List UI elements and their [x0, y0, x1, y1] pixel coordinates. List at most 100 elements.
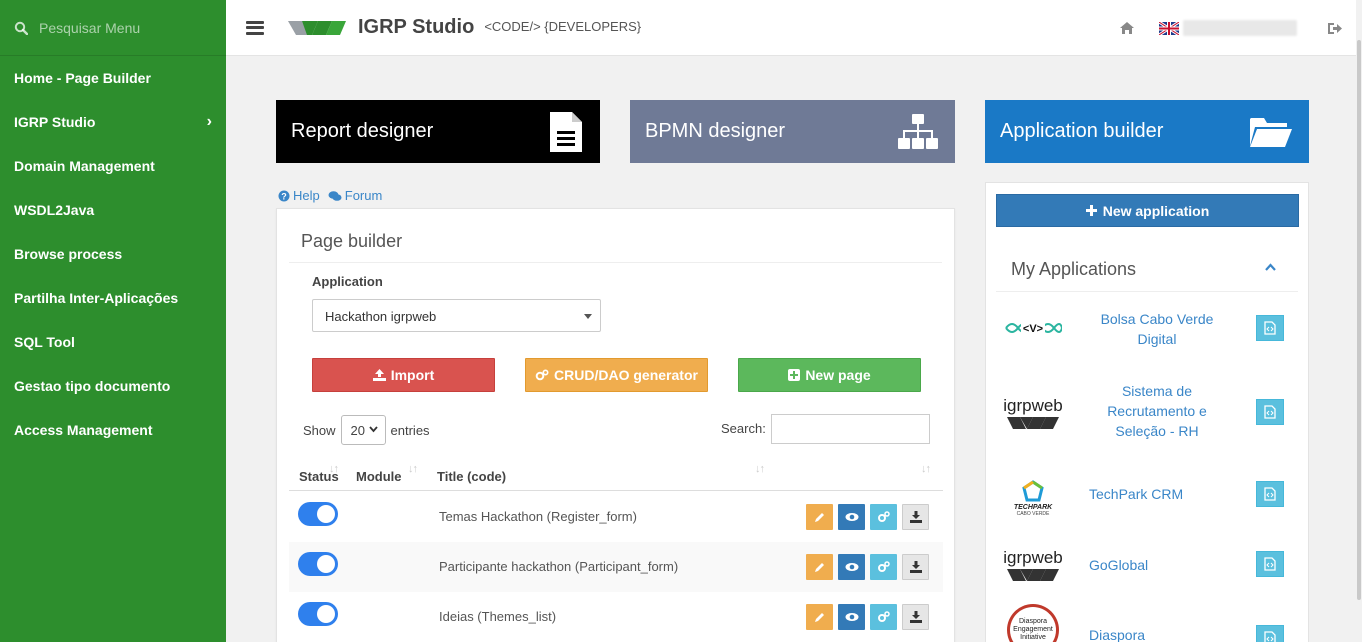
- sort-icon[interactable]: ↓↑: [921, 463, 931, 475]
- open-app-button[interactable]: [1256, 551, 1284, 577]
- download-button[interactable]: [902, 554, 929, 580]
- new-application-button[interactable]: New application: [996, 194, 1299, 227]
- open-app-button[interactable]: [1256, 399, 1284, 425]
- diaspora-logo[interactable]: Diaspora Engagement Initiative: [1002, 604, 1064, 642]
- open-app-button[interactable]: [1256, 625, 1284, 642]
- search-label: Search:: [721, 421, 766, 436]
- sidebar-item-label: IGRP Studio: [14, 114, 96, 130]
- generate-button[interactable]: [870, 604, 897, 630]
- status-toggle[interactable]: [298, 502, 338, 526]
- sidebar-item-label: Browse process: [14, 246, 123, 262]
- entries-select[interactable]: 20: [340, 415, 386, 445]
- forum-link-label: Forum: [344, 188, 383, 203]
- bpmn-designer-tile[interactable]: BPMN designer: [630, 100, 955, 163]
- column-title[interactable]: Title (code): [437, 469, 506, 484]
- import-button-label: Import: [390, 367, 435, 383]
- sidebar-item-sql-tool[interactable]: SQL Tool: [0, 320, 226, 364]
- file-code-icon: [1264, 557, 1276, 571]
- sidebar-item-browse-process[interactable]: Browse process: [0, 232, 226, 276]
- sidebar-item-wsdl2java[interactable]: WSDL2Java: [0, 188, 226, 232]
- open-app-button[interactable]: [1256, 481, 1284, 507]
- igrpweb-logo[interactable]: igrpweb: [1002, 393, 1064, 433]
- vcabo-logo[interactable]: <V>: [1002, 317, 1064, 339]
- table-header: Status ↓↑ Module ↓↑ Title (code) ↓↑ ↓↑: [289, 455, 943, 491]
- scrollbar-thumb[interactable]: [1357, 40, 1361, 600]
- pencil-icon: [814, 613, 824, 622]
- new-page-button[interactable]: New page: [738, 358, 921, 392]
- user-name-blurred[interactable]: [1183, 20, 1297, 36]
- sort-icon[interactable]: ↓↑: [329, 463, 339, 475]
- import-button[interactable]: Import: [312, 358, 495, 392]
- logo-text: igrpweb: [1003, 548, 1063, 567]
- help-link[interactable]: ? Help: [278, 188, 320, 203]
- row-title: Participante hackathon (Participant_form…: [439, 559, 679, 574]
- app-name-link[interactable]: TechPark CRM: [1089, 484, 1239, 504]
- view-button[interactable]: [838, 504, 865, 530]
- sort-icon[interactable]: ↓↑: [408, 463, 418, 475]
- sidebar-item-partilha[interactable]: Partilha Inter-Aplicações: [0, 276, 226, 320]
- divider: [289, 262, 942, 263]
- column-module[interactable]: Module: [356, 469, 402, 484]
- page-scrollbar[interactable]: [1356, 0, 1362, 642]
- view-button[interactable]: [838, 604, 865, 630]
- download-button[interactable]: [902, 504, 929, 530]
- file-code-icon: [1264, 487, 1276, 501]
- report-designer-tile[interactable]: Report designer: [276, 100, 600, 163]
- download-button[interactable]: [902, 604, 929, 630]
- open-app-button[interactable]: [1256, 315, 1284, 341]
- forum-link[interactable]: Forum: [328, 188, 383, 203]
- page-builder-panel: Page builder Application Hackathon igrpw…: [276, 208, 955, 642]
- logout-icon[interactable]: [1327, 22, 1342, 35]
- eye-icon: [845, 513, 858, 521]
- edit-button[interactable]: [806, 554, 833, 580]
- igrpweb-logo[interactable]: igrpweb: [1002, 545, 1064, 585]
- row-actions: [806, 604, 934, 630]
- app-name-link[interactable]: Bolsa Cabo Verde Digital: [1082, 309, 1232, 349]
- table-row: Participante hackathon (Participant_form…: [289, 542, 943, 592]
- sidebar-item-igrp-studio[interactable]: IGRP Studio ›: [0, 100, 226, 144]
- edit-button[interactable]: [806, 604, 833, 630]
- sidebar-item-home-page-builder[interactable]: Home - Page Builder: [0, 56, 226, 100]
- caret-down-icon: [584, 314, 592, 319]
- generate-button[interactable]: [870, 554, 897, 580]
- app-name-link[interactable]: Sistema de Recrutamento e Seleção - RH: [1082, 381, 1232, 441]
- status-toggle[interactable]: [298, 602, 338, 626]
- show-label: Show: [303, 422, 336, 438]
- status-toggle[interactable]: [298, 552, 338, 576]
- sidebar-item-domain-management[interactable]: Domain Management: [0, 144, 226, 188]
- hamburger-menu-icon[interactable]: [246, 20, 264, 35]
- application-builder-tile[interactable]: Application builder: [985, 100, 1309, 163]
- sidebar-item-label: WSDL2Java: [14, 202, 95, 218]
- edit-button[interactable]: [806, 504, 833, 530]
- crud-button-label: CRUD/DAO generator: [554, 367, 698, 383]
- igrp-logo-icon: [288, 20, 346, 35]
- application-select[interactable]: Hackathon igrpweb: [312, 299, 601, 332]
- sidebar-search[interactable]: Pesquisar Menu: [0, 0, 226, 56]
- sidebar-menu: Home - Page Builder IGRP Studio › Domain …: [0, 56, 226, 452]
- table-search-input[interactable]: [771, 414, 930, 444]
- file-code-icon: [1264, 631, 1276, 642]
- techpark-logo[interactable]: TECHPARK CABO VERDE: [1002, 473, 1064, 523]
- document-icon: [550, 111, 582, 152]
- view-button[interactable]: [838, 554, 865, 580]
- sidebar-item-gestao-tipo-documento[interactable]: Gestao tipo documento: [0, 364, 226, 408]
- search-icon: [14, 21, 28, 35]
- app-item: igrpweb Sistema de Recrutamento e Seleçã…: [996, 373, 1299, 453]
- tile-label: Report designer: [291, 120, 434, 142]
- brand-title: IGRP Studio: [358, 16, 475, 38]
- file-code-icon: [1264, 321, 1276, 335]
- crud-dao-generator-button[interactable]: CRUD/DAO generator: [525, 358, 708, 392]
- igrp-logo[interactable]: [288, 20, 346, 36]
- generate-button[interactable]: [870, 504, 897, 530]
- plus-square-icon: [788, 369, 801, 381]
- app-name-link[interactable]: GoGlobal: [1089, 555, 1239, 575]
- home-icon[interactable]: [1119, 21, 1135, 35]
- logo-text: igrpweb: [1003, 396, 1063, 415]
- table-row: Ideias (Themes_list): [289, 592, 943, 642]
- uk-flag-icon[interactable]: [1159, 21, 1179, 35]
- app-item: <V> Bolsa Cabo Verde Digital: [996, 305, 1299, 355]
- sort-icon[interactable]: ↓↑: [755, 463, 765, 475]
- sidebar-item-access-management[interactable]: Access Management: [0, 408, 226, 452]
- chevron-up-icon[interactable]: [1265, 263, 1276, 271]
- app-name-link[interactable]: Diaspora: [1089, 625, 1239, 642]
